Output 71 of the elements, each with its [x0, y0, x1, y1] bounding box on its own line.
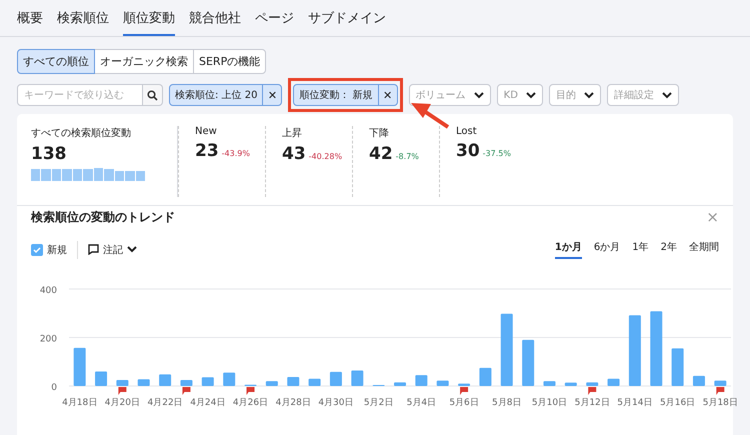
metric-value: 43	[282, 144, 306, 164]
period-tab[interactable]: 全期間	[689, 240, 719, 259]
panel-title: 検索順位の変動のトレンド	[31, 208, 175, 226]
nav-tab[interactable]: 概要	[17, 0, 43, 36]
chevron-icon	[662, 92, 672, 98]
axis-label: 0	[51, 383, 57, 393]
axis-label: 5月4日	[406, 398, 436, 408]
chart-bar	[458, 384, 470, 386]
metric-delta: -43.9%	[222, 149, 250, 158]
remove-button[interactable]: ✕	[378, 85, 397, 105]
axis-label: 400	[40, 286, 57, 296]
notes-dropdown[interactable]: 注記	[88, 242, 137, 256]
axis-label: 4月24日	[190, 398, 226, 408]
metric-label: 下降	[369, 127, 390, 140]
segment-tab[interactable]: SERPの機能	[193, 49, 266, 74]
nav-tab[interactable]: 競合他社	[189, 0, 241, 36]
metric-label: すべての検索順位変動	[31, 126, 132, 140]
axis-label: 5月2日	[364, 398, 394, 408]
axis-label: 5月12日	[574, 398, 610, 408]
axis-label: 200	[40, 334, 57, 344]
axis-label: 4月26日	[232, 398, 268, 408]
axis-label: 5月10日	[532, 398, 568, 408]
remove-button[interactable]: ✕	[262, 85, 282, 105]
metric-delta: -40.28%	[308, 152, 342, 161]
filter-chip[interactable]: 順位変動： 新規 ✕	[293, 84, 398, 106]
legend-checkbox[interactable]	[31, 244, 43, 256]
chevron-icon	[526, 92, 536, 98]
segment-tab[interactable]: オーガニック検索	[94, 49, 194, 74]
search-button[interactable]	[143, 84, 163, 106]
axis-label: 5月18日	[702, 398, 737, 408]
chart-bar	[116, 380, 128, 386]
chart-bar	[180, 380, 192, 386]
nav-tab[interactable]: ページ	[255, 0, 294, 36]
metric-label: 上昇	[282, 126, 303, 140]
segment-tab[interactable]: すべての順位	[17, 49, 95, 74]
axis-label: 5月16日	[660, 398, 696, 408]
period-tab[interactable]: 2年	[660, 240, 677, 259]
chart-bar	[714, 380, 726, 386]
period-tab[interactable]: 6か月	[594, 240, 620, 259]
metric-delta: -8.7%	[396, 152, 419, 161]
nav-tab[interactable]: 検索順位	[57, 0, 109, 36]
metric-value: 138	[31, 144, 66, 164]
axis-label: 5月8日	[492, 398, 522, 408]
chevron-icon	[127, 246, 137, 253]
filter-chip[interactable]: 検索順位: 上位 20 ✕	[169, 84, 282, 106]
metric-value: 23	[195, 141, 219, 161]
metric-delta: -37.5%	[482, 149, 511, 158]
comment-icon	[88, 244, 99, 255]
axis-label: 4月28日	[276, 398, 311, 408]
metric-label: Lost	[456, 126, 478, 137]
nav-tab[interactable]: 順位変動	[123, 0, 175, 36]
chevron-icon	[584, 92, 594, 98]
period-tab[interactable]: 1年	[632, 240, 649, 259]
chart-bar	[586, 382, 598, 386]
axis-label: 5月14日	[617, 398, 652, 408]
axis-label: 4月22日	[148, 398, 183, 408]
search-icon	[147, 90, 158, 100]
search-field[interactable]: キーワードで絞り込む	[17, 84, 143, 106]
callout-arrow	[411, 103, 450, 129]
axis-label: 4月18日	[62, 398, 98, 408]
axis-label: 4月30日	[318, 398, 354, 408]
nav-tab[interactable]: サブドメイン	[308, 0, 386, 36]
chevron-icon	[474, 92, 484, 98]
metric-value: 30	[456, 141, 480, 161]
period-tab[interactable]: 1か月	[554, 240, 582, 259]
axis-label: 4月20日	[104, 398, 140, 408]
metric-label: New	[195, 126, 218, 137]
metric-value: 42	[369, 144, 393, 164]
legend-label: 新規	[47, 244, 67, 256]
check-icon	[33, 246, 41, 254]
axis-label: 5月6日	[449, 398, 479, 408]
